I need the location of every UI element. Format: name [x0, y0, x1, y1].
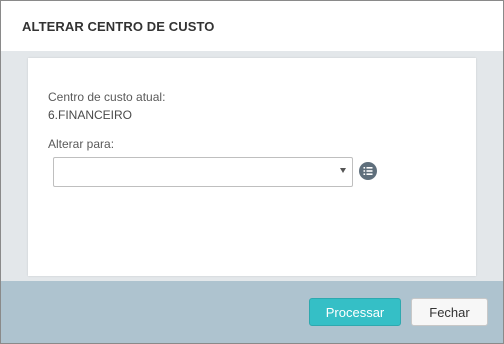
dialog-title: ALTERAR CENTRO DE CUSTO [22, 19, 215, 34]
dialog-body: Centro de custo atual: 6.FINANCEIRO Alte… [1, 51, 503, 281]
cost-center-select[interactable] [53, 157, 353, 187]
form-panel: Centro de custo atual: 6.FINANCEIRO Alte… [28, 58, 476, 276]
change-to-label: Alterar para: [48, 137, 115, 151]
change-cost-center-dialog: ALTERAR CENTRO DE CUSTO Centro de custo … [0, 0, 504, 344]
current-cost-center-value: 6.FINANCEIRO [48, 108, 133, 122]
caret-down-icon [340, 168, 346, 173]
list-icon[interactable] [359, 162, 377, 180]
dialog-footer: Processar Fechar [1, 281, 503, 343]
current-cost-center-label: Centro de custo atual: [48, 90, 166, 104]
close-button[interactable]: Fechar [411, 298, 488, 326]
process-button[interactable]: Processar [309, 298, 401, 326]
dialog-header: ALTERAR CENTRO DE CUSTO [1, 1, 503, 51]
